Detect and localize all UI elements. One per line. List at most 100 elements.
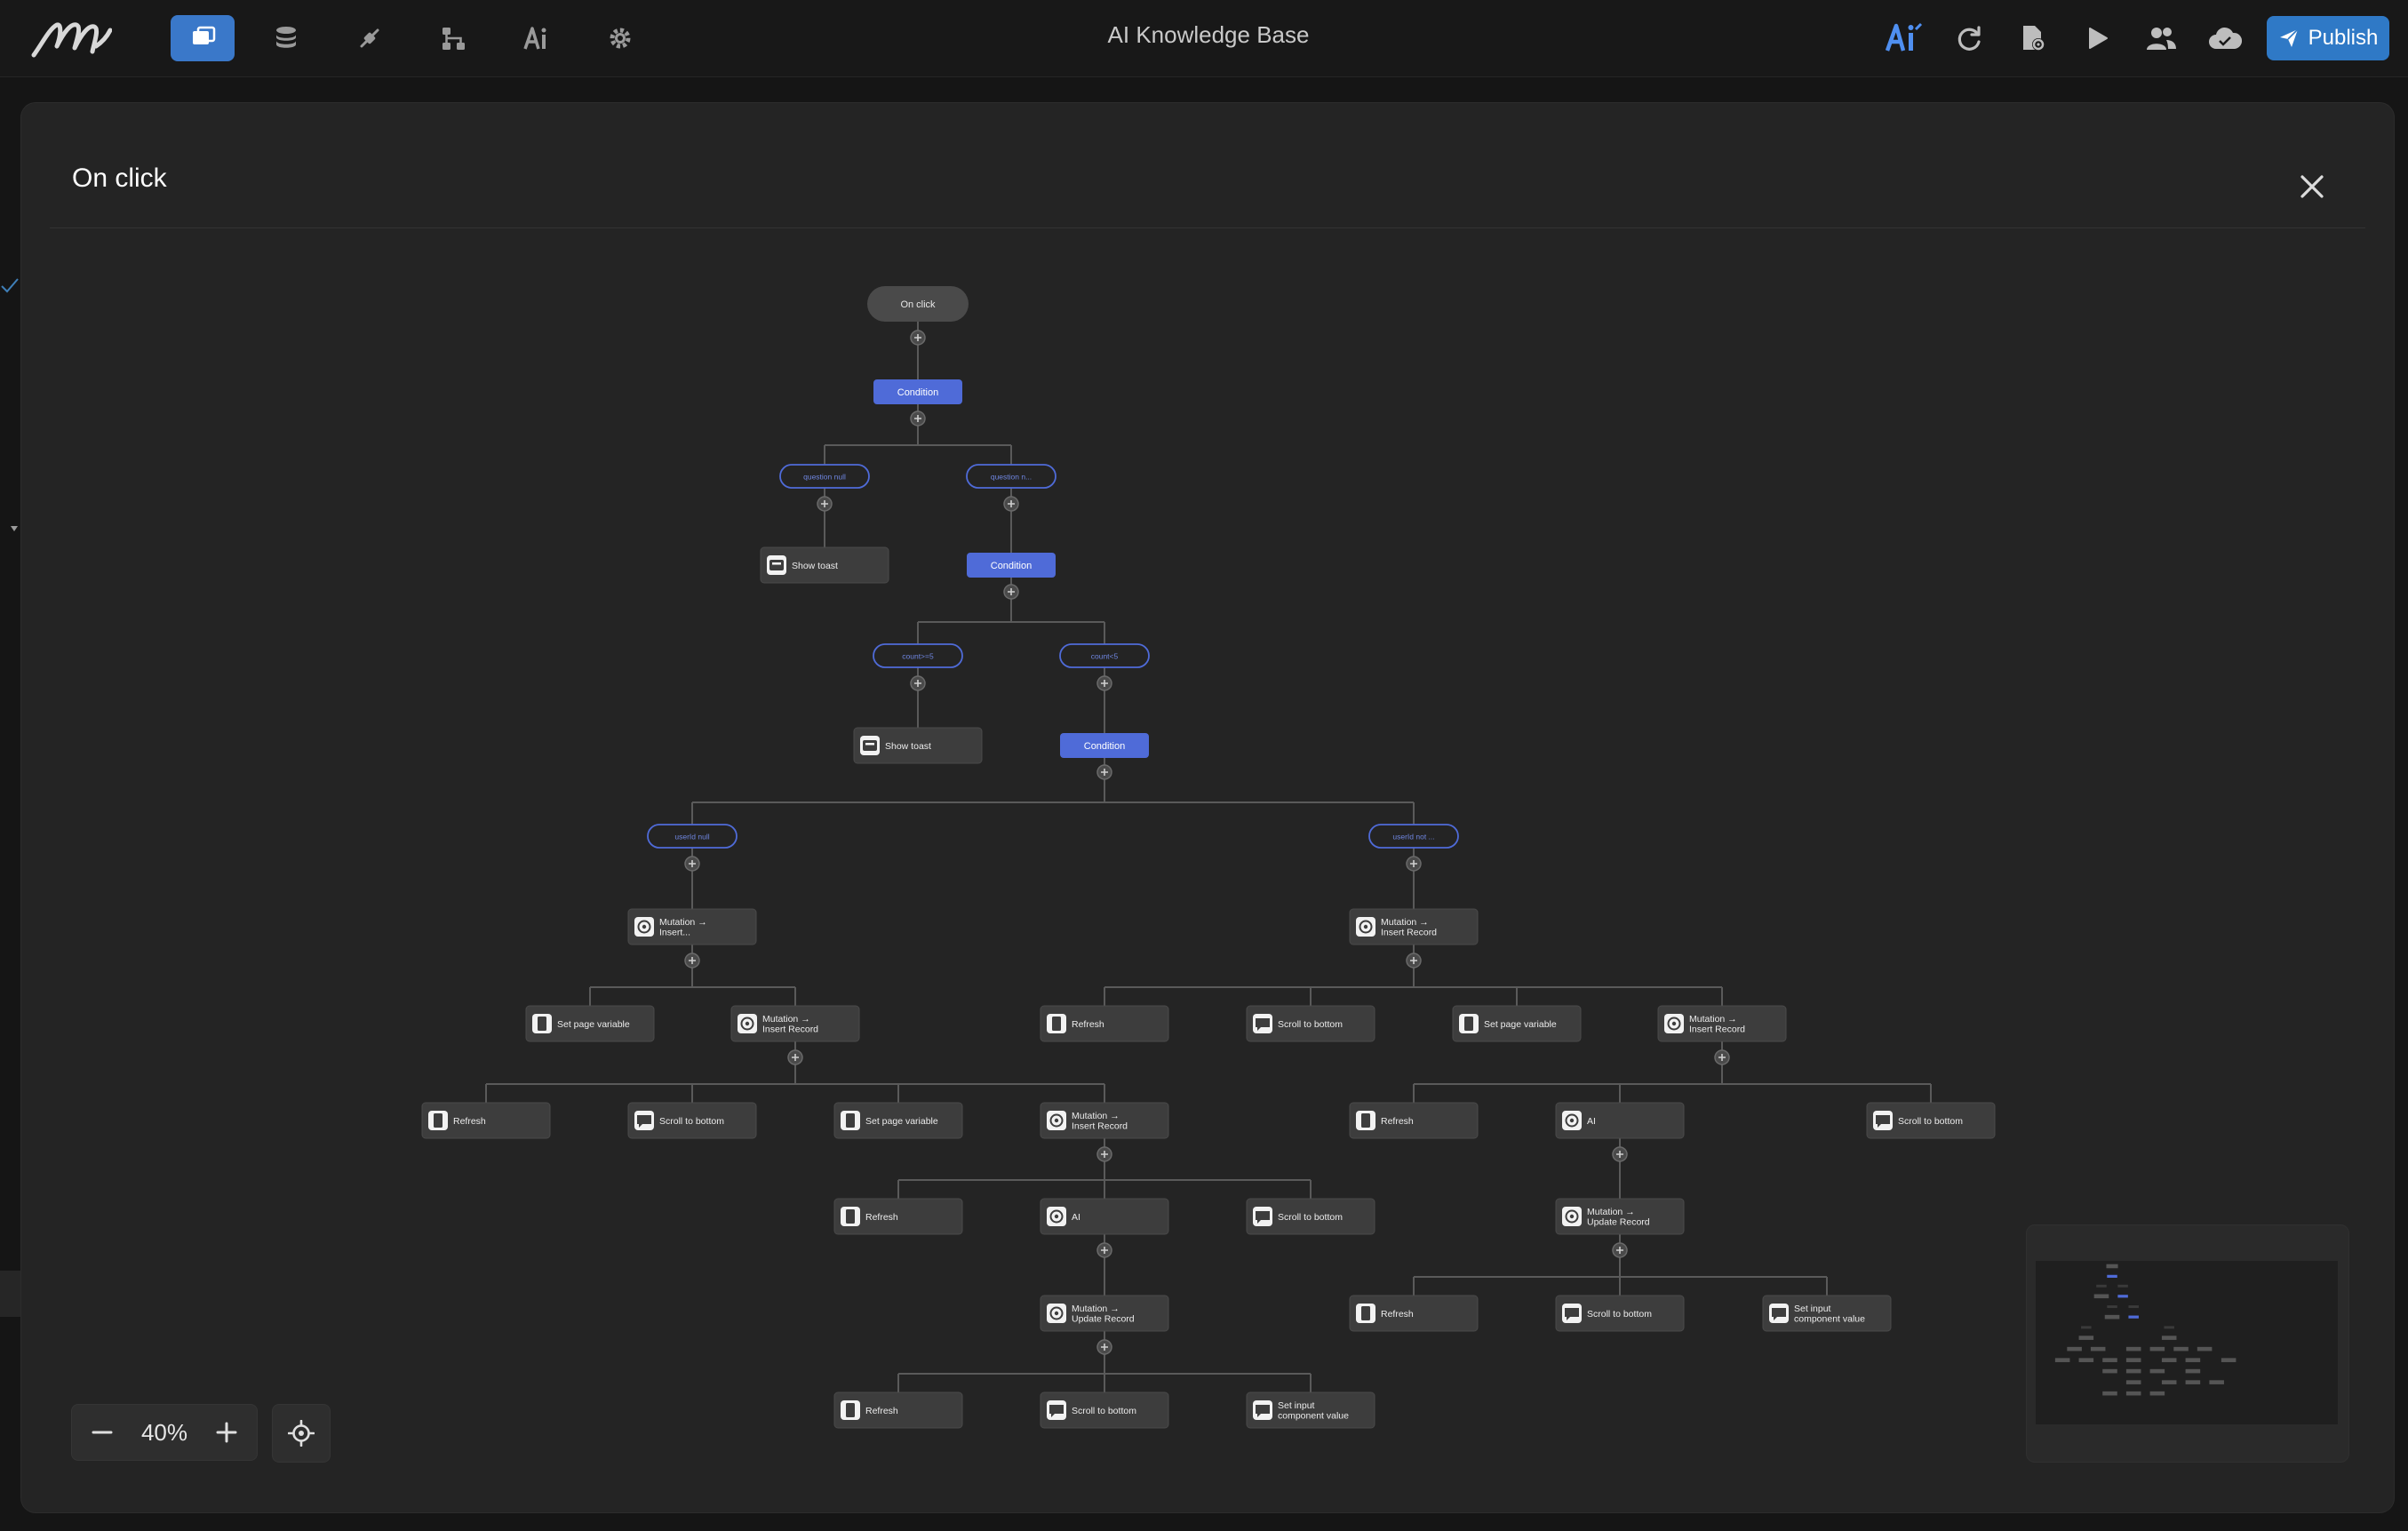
flow-node-action[interactable]: Mutation →Insert Record — [1657, 1005, 1787, 1042]
minimap-node — [2173, 1346, 2189, 1352]
node-label: component value — [1278, 1411, 1349, 1422]
minimap[interactable] — [2026, 1224, 2349, 1463]
flow-node-condition[interactable]: Condition — [1060, 733, 1149, 758]
minus-icon — [92, 1431, 113, 1434]
flow-node-action[interactable]: Scroll to bottom — [1246, 1198, 1375, 1235]
flow-node-condition[interactable]: Condition — [967, 553, 1056, 578]
node-label: Scroll to bottom — [1072, 1406, 1136, 1416]
flow-node-action[interactable]: Refresh — [833, 1198, 963, 1235]
app-logo[interactable] — [30, 16, 112, 60]
flow-node-action[interactable]: Show toast — [760, 546, 889, 584]
flow-node-branch[interactable]: question null — [779, 464, 870, 489]
flow-node-action[interactable]: Scroll to bottom — [1246, 1005, 1375, 1042]
add-step-button[interactable] — [910, 330, 926, 346]
flow-node-action[interactable]: Set inputcomponent value — [1762, 1295, 1892, 1332]
flow-node-action[interactable]: AI — [1555, 1102, 1685, 1139]
nav-plugin-button[interactable] — [338, 15, 402, 61]
flow-node-action[interactable]: Mutation →Insert Record — [730, 1005, 860, 1042]
minimap-node — [2107, 1274, 2117, 1278]
recenter-button[interactable] — [272, 1404, 331, 1463]
add-step-button[interactable] — [910, 675, 926, 691]
flow-node-action[interactable]: Mutation →Update Record — [1555, 1198, 1685, 1235]
flow-node-branch[interactable]: question n... — [966, 464, 1056, 489]
minimap-node — [2078, 1358, 2094, 1362]
node-label: count<5 — [1091, 652, 1119, 661]
flow-node-condition[interactable]: Condition — [873, 379, 962, 404]
flow-node-action[interactable]: Refresh — [1349, 1295, 1479, 1332]
add-step-button[interactable] — [1096, 1242, 1112, 1258]
publish-button[interactable]: Publish — [2267, 16, 2389, 60]
add-step-button[interactable] — [1714, 1049, 1730, 1065]
node-label: Refresh — [1381, 1309, 1414, 1320]
flow-node-action[interactable]: Mutation →Insert Record — [1040, 1102, 1169, 1139]
add-step-button[interactable] — [1096, 675, 1112, 691]
flow-node-action[interactable]: Set page variable — [833, 1102, 963, 1139]
flow-node-action[interactable]: Set page variable — [525, 1005, 655, 1042]
flow-node-action[interactable]: Scroll to bottom — [1866, 1102, 1996, 1139]
flow-node-action[interactable]: Show toast — [853, 727, 983, 764]
node-label: On click — [900, 299, 936, 310]
add-step-button[interactable] — [1612, 1242, 1628, 1258]
flow-node-action[interactable]: Refresh — [833, 1391, 963, 1429]
flow-node-action[interactable]: Mutation →Insert Record — [1349, 908, 1479, 945]
add-step-button[interactable] — [817, 496, 833, 512]
plus-icon — [216, 1422, 237, 1443]
cloud-icon[interactable] — [2205, 20, 2245, 57]
add-step-button[interactable] — [1003, 584, 1019, 600]
add-step-button[interactable] — [1612, 1146, 1628, 1162]
nav-ai-button[interactable] — [505, 15, 569, 61]
node-label: Show toast — [885, 741, 931, 752]
flow-node-action[interactable]: Scroll to bottom — [627, 1102, 757, 1139]
flow-node-branch[interactable]: userId null — [647, 824, 738, 849]
add-step-button[interactable] — [1406, 953, 1422, 969]
scroll-icon — [1253, 1207, 1272, 1226]
node-label: Scroll to bottom — [1278, 1212, 1343, 1223]
flow-node-action[interactable]: Mutation →Insert... — [627, 908, 757, 945]
flow-node-action[interactable]: Scroll to bottom — [1040, 1391, 1169, 1429]
nav-workflow-button[interactable] — [421, 15, 485, 61]
minimap-node — [2125, 1368, 2141, 1374]
flow-node-action[interactable]: AI — [1040, 1198, 1169, 1235]
node-label: Update Record — [1072, 1314, 1135, 1325]
minimap-node — [2125, 1391, 2141, 1396]
flow-node-action[interactable]: Refresh — [1349, 1102, 1479, 1139]
add-step-button[interactable] — [684, 953, 700, 969]
add-step-button[interactable] — [1096, 1339, 1112, 1355]
flow-node-action[interactable]: Set inputcomponent value — [1246, 1391, 1375, 1429]
mutation-icon — [1047, 1111, 1066, 1130]
refresh-icon[interactable] — [1950, 20, 1989, 57]
nav-pages-button[interactable] — [171, 15, 235, 61]
minimap-node — [2117, 1284, 2128, 1288]
users-icon[interactable] — [2141, 20, 2181, 57]
flow-node-action[interactable]: Mutation →Update Record — [1040, 1295, 1169, 1332]
add-step-button[interactable] — [1096, 764, 1112, 780]
zoom-out-button[interactable] — [88, 1418, 116, 1447]
flow-node-action[interactable]: Refresh — [421, 1102, 551, 1139]
page-settings-icon[interactable] — [2013, 20, 2053, 57]
node-label: Scroll to bottom — [1278, 1019, 1343, 1030]
add-step-button[interactable] — [684, 856, 700, 872]
add-step-button[interactable] — [1003, 496, 1019, 512]
node-label: Mutation → — [762, 1014, 810, 1025]
flow-node-branch[interactable]: count>=5 — [873, 643, 963, 668]
ai-assistant-icon[interactable] — [1886, 20, 1925, 57]
node-label: question null — [803, 473, 846, 482]
zoom-in-button[interactable] — [212, 1418, 241, 1447]
minimap-node — [2161, 1380, 2177, 1384]
flow-node-branch[interactable]: userId not ... — [1368, 824, 1459, 849]
flow-node-start[interactable]: On click — [867, 286, 969, 322]
node-label: Refresh — [865, 1212, 898, 1223]
nav-database-button[interactable] — [254, 15, 318, 61]
flow-node-action[interactable]: Set page variable — [1452, 1005, 1582, 1042]
flow-node-action[interactable]: Scroll to bottom — [1555, 1295, 1685, 1332]
mutation-icon — [1664, 1014, 1684, 1033]
add-step-button[interactable] — [1406, 856, 1422, 872]
flow-node-action[interactable]: Refresh — [1040, 1005, 1169, 1042]
add-step-button[interactable] — [787, 1049, 803, 1065]
add-step-button[interactable] — [1096, 1146, 1112, 1162]
node-label: AI — [1072, 1212, 1080, 1223]
flow-node-branch[interactable]: count<5 — [1059, 643, 1150, 668]
nav-settings-button[interactable] — [588, 15, 652, 61]
add-step-button[interactable] — [910, 411, 926, 427]
preview-play-icon[interactable] — [2077, 20, 2117, 57]
